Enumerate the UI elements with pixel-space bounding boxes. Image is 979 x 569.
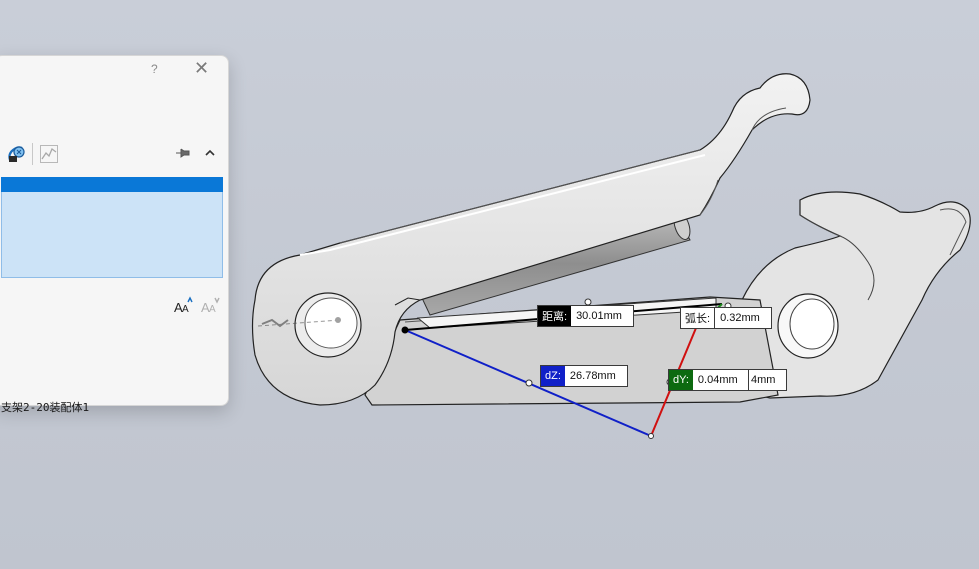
distance-callout[interactable]: 距离: 30.01mm [537,305,635,327]
measure-point-corner [648,433,654,439]
dx-value: 4mm [746,370,786,390]
measure-panel[interactable]: ? ✕ A A A A 支架2-20装配体1 [0,55,229,414]
dz-tag: dZ: [541,366,565,386]
selected-component-text: 支架2-20装配体1 [1,401,90,414]
dx-callout-partial[interactable]: 4mm [745,369,787,391]
distance-value: 30.01mm [571,306,634,326]
dy-tag: dY: [669,370,693,390]
distance-tag: 距离: [538,306,572,326]
arc-length-callout[interactable]: 弧长: 0.32mm [680,307,773,329]
svg-text:A: A [182,304,189,314]
dy-callout[interactable]: dY: 0.04mm [668,369,749,391]
dz-label-anchor [525,379,533,387]
help-button[interactable]: ? [151,62,158,76]
history-graph-icon[interactable] [39,144,59,164]
decrease-font-icon[interactable]: A A [200,296,220,314]
panel-titlebar[interactable]: ? ✕ [0,56,228,84]
pin-icon[interactable] [175,146,191,160]
increase-font-icon[interactable]: A A [173,296,193,314]
selection-list[interactable] [1,192,223,278]
close-button[interactable]: ✕ [194,58,209,79]
chevron-up-icon[interactable] [204,147,216,159]
arc-length-tag: 弧长: [681,308,716,328]
selection-highlight-bar[interactable] [1,177,223,192]
svg-text:A: A [209,304,216,314]
dy-value: 0.04mm [692,370,748,390]
measure-units-icon[interactable] [6,142,28,164]
measure-point-start[interactable] [401,326,409,334]
toolbar-separator [32,143,33,165]
dz-callout[interactable]: dZ: 26.78mm [540,365,628,387]
dz-value: 26.78mm [564,366,627,386]
arc-length-value: 0.32mm [715,308,772,328]
